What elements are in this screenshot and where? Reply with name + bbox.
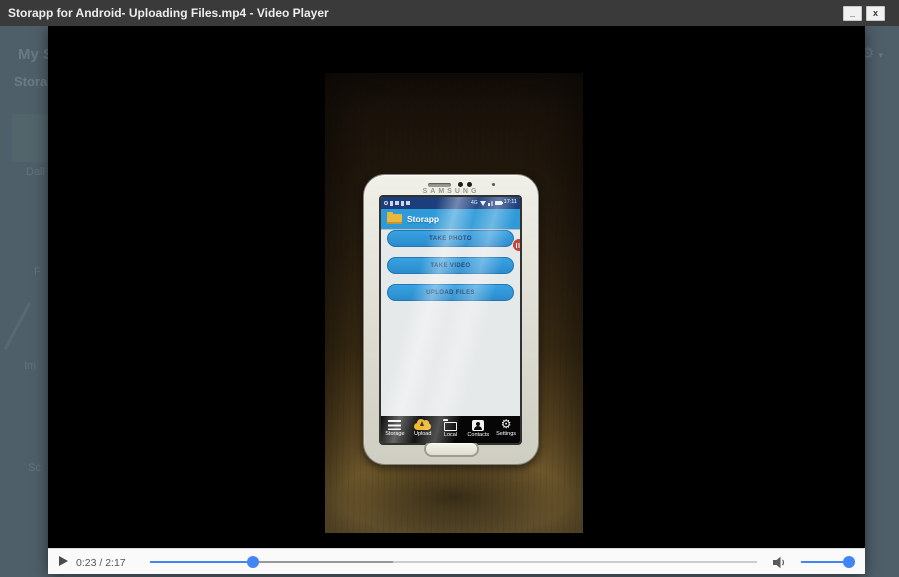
volume-handle[interactable] — [843, 556, 855, 568]
nav-label: Storage — [385, 432, 404, 438]
gear-icon: ⚙ — [501, 419, 512, 430]
cloud-upload-icon — [414, 423, 431, 430]
background-file-label: Sc — [28, 462, 41, 474]
system-status-icons: 4G 17:11 — [471, 200, 517, 206]
volume-slider[interactable] — [801, 561, 849, 563]
background-thumbnail — [12, 114, 48, 162]
close-button[interactable]: x — [866, 6, 885, 21]
network-type-label: 4G — [471, 201, 478, 206]
nav-item-storage: Storage — [381, 416, 409, 443]
desktop-screen: My Stora Storapp f ⚙ ▾ Dall F Im Sc Stor… — [0, 0, 899, 577]
chevron-down-icon: ▾ — [878, 50, 883, 60]
app-bottom-nav: Storage Upload Local — [381, 416, 520, 443]
storapp-logo-icon — [387, 214, 402, 224]
progress-bar[interactable] — [150, 561, 757, 563]
phone-brand-label: SAMSUNG — [364, 188, 538, 195]
volume-fill — [801, 561, 849, 563]
background-file-label: Dall — [26, 166, 45, 178]
nav-label: Local — [444, 433, 457, 439]
phone-home-button — [424, 441, 479, 457]
nav-label: Contacts — [467, 433, 489, 439]
background-file-label: Im — [24, 360, 36, 372]
contacts-icon — [472, 420, 484, 431]
signal-icon — [488, 201, 493, 206]
close-icon: x — [873, 9, 878, 18]
wifi-icon — [480, 201, 486, 206]
phone-led — [492, 183, 495, 186]
minimize-button[interactable]: _ — [843, 6, 862, 21]
phone-shadow — [339, 458, 569, 536]
video-frame-wood-desk: SAMSUNG 4G — [325, 73, 583, 533]
list-icon — [388, 420, 401, 430]
usb-icon — [390, 201, 393, 206]
nav-item-local: Local — [437, 416, 465, 443]
upload-files-button: UPLOAD FILES — [387, 284, 514, 301]
nav-label: Settings — [496, 432, 516, 438]
phone-speaker — [428, 183, 451, 187]
nav-item-contacts: Contacts — [464, 416, 492, 443]
phone-sensor — [458, 182, 463, 187]
pen-icon — [401, 201, 404, 206]
sd-card-icon — [406, 201, 410, 205]
take-video-button: TAKE VIDEO — [387, 257, 514, 274]
play-button[interactable] — [59, 556, 68, 566]
background-watermark — [4, 302, 31, 349]
nav-item-settings: ⚙ Settings — [492, 416, 520, 443]
battery-icon — [495, 201, 502, 205]
app-title: Storapp — [407, 214, 439, 224]
nav-label: Upload — [414, 432, 431, 438]
samsung-phone: SAMSUNG 4G — [363, 174, 539, 465]
screen-recorder-badge — [512, 238, 520, 252]
window-title: Storapp for Android- Uploading Files.mp4… — [0, 6, 843, 20]
player-controls: 0:23 / 2:17 — [48, 548, 865, 574]
app-notification-icon — [395, 201, 399, 205]
progress-fill — [150, 561, 253, 563]
time-display: 0:23 / 2:17 — [76, 557, 126, 569]
video-player-modal: SAMSUNG 4G — [48, 26, 865, 574]
status-bar-time: 17:11 — [504, 200, 517, 206]
window-titlebar[interactable]: Storapp for Android- Uploading Files.mp4… — [0, 0, 899, 26]
minimize-icon: _ — [850, 9, 855, 18]
android-status-bar: 4G 17:11 — [381, 197, 520, 209]
video-display[interactable]: SAMSUNG 4G — [48, 26, 865, 548]
folder-icon — [444, 422, 457, 431]
window-buttons: _ x — [843, 6, 885, 21]
app-action-bar: Storapp — [381, 209, 520, 229]
phone-screen: 4G 17:11 Storapp — [381, 197, 520, 443]
nav-item-upload: Upload — [409, 416, 437, 443]
phone-camera — [467, 182, 472, 187]
volume-icon[interactable] — [773, 556, 788, 574]
notification-icons — [384, 201, 410, 206]
clock-icon — [384, 201, 388, 205]
progress-handle[interactable] — [247, 556, 259, 568]
background-file-label: F — [34, 266, 41, 278]
take-photo-button: TAKE PHOTO — [387, 230, 514, 247]
